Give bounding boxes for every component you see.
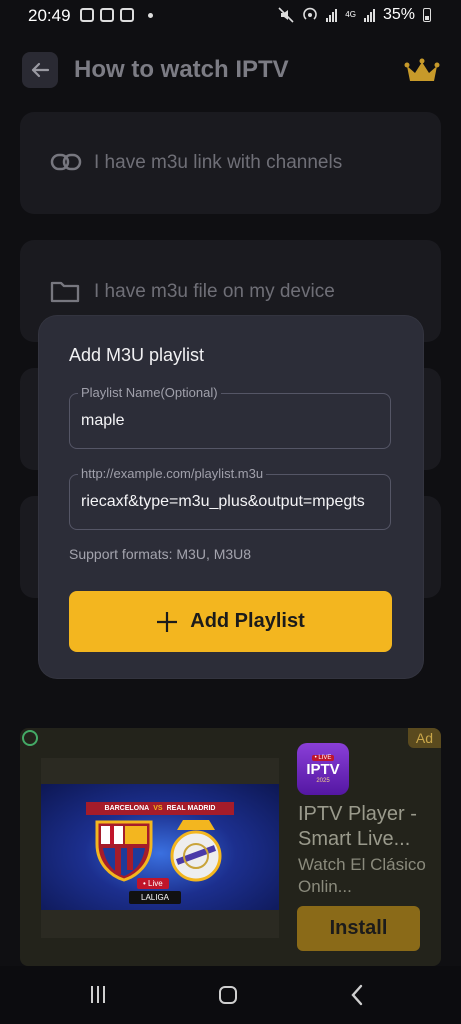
option-label: I have m3u link with channels [94,152,343,173]
playlist-url-label: http://example.com/playlist.m3u [78,466,267,481]
option-m3u-link[interactable]: I have m3u link with channels [20,112,441,214]
recents-button[interactable] [91,986,105,1003]
back-button[interactable] [22,52,58,88]
battery-percent: 35% [382,6,415,23]
match-banner: BARCELONA VS REAL MADRID [86,802,234,815]
ad-description: Watch El Clásico Onlin... [298,855,426,896]
notification-icons [80,8,153,22]
nav-back-icon[interactable] [350,984,364,1006]
more-notifications-icon [148,12,153,18]
network-type: 4G [345,10,356,19]
vs-label: VS [153,805,163,812]
signal-icon [326,8,338,22]
ad-banner[interactable]: Ad BARCELONA VS REAL MADRID • Live LALIG… [20,728,441,966]
playlist-url-field[interactable]: http://example.com/playlist.m3u riecaxf&… [69,466,391,530]
mute-icon [278,7,294,23]
league-tag: LALIGA [129,891,182,904]
install-button[interactable]: Install [297,906,420,951]
crown-icon[interactable] [404,58,440,84]
ad-badge: Ad [407,728,441,748]
link-icon [50,153,82,171]
status-bar: 20:49 4G 35% [0,0,461,34]
live-tag: • Live [137,878,169,889]
option-label: I have m3u file on my device [94,281,335,302]
add-playlist-button[interactable]: Add Playlist [69,591,392,652]
ad-image: BARCELONA VS REAL MADRID • Live LALIGA [41,784,279,910]
team-right: REAL MADRID [166,805,216,812]
app-icon-year: 2025 [316,777,330,784]
real-madrid-crest-icon [170,820,222,882]
dialog-title: Add M3U playlist [69,345,205,365]
page-title: How to watch IPTV [74,56,289,83]
instagram-icon [120,8,134,22]
playlist-name-label: Playlist Name(Optional) [78,385,221,400]
ad-app-icon[interactable]: • LIVE IPTV 2025 [297,743,349,795]
folder-icon [50,281,80,303]
plus-icon [157,611,178,632]
ad-title[interactable]: IPTV Player - Smart Live... [298,802,433,852]
signal-icon-2 [363,8,375,22]
team-left: BARCELONA [104,805,150,812]
add-playlist-label: Add Playlist [190,610,305,632]
hotspot-icon [303,7,318,20]
instagram-icon [100,8,114,22]
system-nav-bar [0,966,461,1024]
ad-media[interactable]: BARCELONA VS REAL MADRID • Live LALIGA [41,758,279,938]
battery-icon [423,8,431,22]
playlist-url-value[interactable]: riecaxf&type=m3u_plus&output=mpegts [81,493,386,511]
playlist-name-value[interactable]: maple [81,412,386,430]
support-formats: Support formats: M3U, M3U8 [69,546,252,562]
gallery-icon [80,8,94,22]
playlist-name-field[interactable]: Playlist Name(Optional) maple [69,385,391,449]
system-icons: 4G 35% [278,6,431,24]
app-icon-text: IPTV [306,760,340,778]
home-button[interactable] [219,986,237,1004]
status-time: 20:49 [28,6,71,25]
arrow-left-icon [31,62,50,78]
ad-info-icon[interactable] [22,730,38,746]
barcelona-crest-icon [95,820,153,882]
add-playlist-dialog: Add M3U playlist Playlist Name(Optional)… [39,316,423,678]
